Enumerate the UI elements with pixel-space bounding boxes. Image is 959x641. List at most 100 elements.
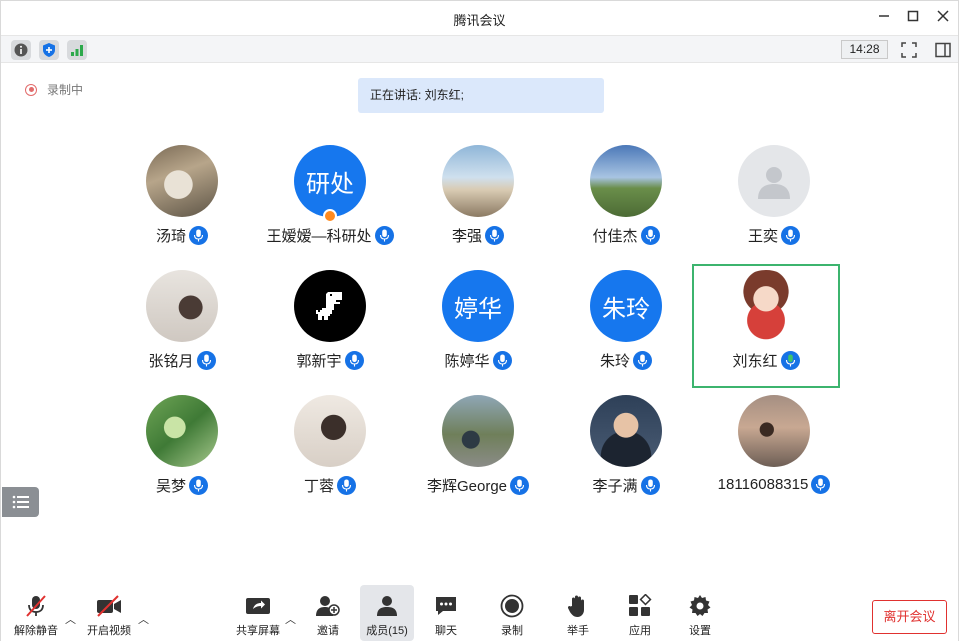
participant-name-line: 王嫒嫒—科研处	[256, 225, 404, 246]
participant-name: 丁蓉	[303, 478, 334, 495]
participant-tile[interactable]: 丁蓉	[256, 395, 404, 519]
maximize-button[interactable]	[903, 8, 923, 28]
close-icon	[937, 10, 949, 22]
participant-name: 陈婷华	[444, 353, 490, 370]
start-video-label: 开启视频	[87, 625, 131, 637]
record-dot-icon	[25, 83, 37, 96]
side-panel-icon	[935, 42, 951, 58]
participant-tile[interactable]: 李子满	[552, 395, 700, 519]
participant-name: 郭新宇	[296, 353, 342, 370]
participant-tile[interactable]: 刘东红	[692, 264, 840, 388]
participant-name: 朱玲	[599, 353, 630, 370]
participant-name: 王奕	[747, 228, 778, 245]
mic-on-icon	[374, 226, 394, 245]
apps-icon	[625, 592, 655, 620]
chat-button[interactable]: 聊天	[422, 585, 470, 641]
mic-on-icon	[485, 226, 504, 245]
share-options-caret-icon[interactable]: ︿	[285, 611, 296, 627]
apps-label: 应用	[629, 625, 651, 637]
members-icon	[372, 592, 402, 620]
meeting-info-button[interactable]	[11, 40, 31, 60]
window-title: 腾讯会议	[453, 13, 506, 28]
meeting-info-toolbar: 14:28	[1, 35, 958, 63]
security-button[interactable]	[39, 40, 59, 60]
participant-name: 李辉George	[426, 478, 508, 495]
signal-bars-icon	[71, 45, 83, 56]
participant-name-line: 张铭月	[108, 350, 256, 371]
mic-on-icon	[811, 475, 831, 494]
fullscreen-button[interactable]	[899, 40, 919, 60]
participant-tile[interactable]: 婷华 陈婷华	[404, 270, 552, 394]
avatar-initials: 研处	[294, 145, 366, 217]
mic-on-icon	[189, 226, 208, 245]
mic-on-icon	[337, 476, 356, 495]
record-button[interactable]: 录制	[488, 585, 536, 641]
hand-icon	[563, 592, 593, 620]
participant-name-line: 18116088315	[700, 475, 848, 494]
audio-options-caret-icon[interactable]: ︿	[65, 611, 76, 627]
mic-on-icon	[344, 351, 364, 370]
camera-off-icon	[94, 592, 124, 620]
participant-tile[interactable]: 18116088315	[700, 395, 848, 519]
invite-label: 邀请	[317, 625, 339, 637]
start-video-button[interactable]: 开启视频	[84, 585, 134, 641]
title-bar: 腾讯会议	[1, 1, 958, 35]
mic-on-icon	[189, 476, 208, 495]
avatar-photo	[146, 270, 218, 342]
mic-muted-icon	[21, 592, 51, 620]
participant-name-line: 朱玲	[552, 350, 700, 371]
participant-tile[interactable]: 付佳杰	[552, 145, 700, 269]
participant-name: 王嫒嫒—科研处	[266, 228, 372, 245]
unmute-button[interactable]: 解除静音	[11, 585, 61, 641]
video-options-caret-icon[interactable]: ︿	[138, 611, 149, 627]
avatar-initials: 婷华	[442, 270, 514, 342]
speaking-banner: 正在讲话: 刘东红;	[358, 78, 604, 113]
minimize-button[interactable]	[874, 8, 894, 28]
raise-hand-button[interactable]: 举手	[554, 585, 602, 641]
layout-toggle-button[interactable]	[933, 40, 953, 60]
gear-icon	[685, 592, 715, 620]
participant-tile[interactable]: 张铭月	[108, 270, 256, 394]
network-status-button[interactable]	[67, 40, 87, 60]
mic-speaking-icon	[780, 351, 800, 370]
participant-name: 汤琦	[155, 228, 186, 245]
close-button[interactable]	[933, 8, 953, 28]
fullscreen-icon	[901, 42, 917, 58]
settings-button[interactable]: 设置	[676, 585, 724, 641]
share-screen-button[interactable]: 共享屏幕	[233, 585, 283, 641]
list-view-button[interactable]	[2, 487, 39, 517]
participant-name-line: 吴梦	[108, 475, 256, 496]
avatar-photo	[146, 145, 218, 217]
participant-tile[interactable]: 李辉George	[404, 395, 552, 519]
maximize-icon	[907, 10, 919, 22]
participant-tile[interactable]: 吴梦	[108, 395, 256, 519]
participant-tile[interactable]: 汤琦	[108, 145, 256, 269]
members-button[interactable]: 成员(15)	[360, 585, 414, 641]
participant-name-line: 陈婷华	[404, 350, 552, 371]
control-bar: 解除静音 ︿ 开启视频 ︿ 共享屏幕 ︿ 邀请 成员(15) 聊天 录制 举手 …	[1, 585, 958, 641]
participant-tile[interactable]: 李强	[404, 145, 552, 269]
mic-on-icon	[510, 476, 530, 495]
share-screen-label: 共享屏幕	[236, 625, 280, 637]
share-screen-icon	[243, 592, 273, 620]
invite-button[interactable]: 邀请	[304, 585, 352, 641]
mic-on-icon	[640, 226, 660, 245]
add-user-icon	[313, 592, 343, 620]
leave-meeting-button[interactable]: 离开会议	[872, 600, 947, 634]
participant-name-line: 刘东红	[694, 350, 838, 371]
mic-on-icon	[781, 226, 800, 245]
avatar-photo	[590, 145, 662, 217]
apps-button[interactable]: 应用	[616, 585, 664, 641]
participant-tile[interactable]: 朱玲 朱玲	[552, 270, 700, 394]
avatar-photo	[730, 270, 802, 342]
avatar-photo	[442, 145, 514, 217]
meeting-time: 14:28	[841, 40, 888, 59]
participant-name-line: 李子满	[552, 475, 700, 496]
avatar-photo	[590, 395, 662, 467]
shield-icon	[43, 43, 55, 57]
participant-tile[interactable]: 郭新宇	[256, 270, 404, 394]
participant-tile[interactable]: 研处王嫒嫒—科研处	[256, 145, 404, 269]
participant-tile[interactable]: 王奕	[700, 145, 848, 269]
host-badge-icon	[323, 209, 337, 223]
avatar-photo	[294, 270, 366, 342]
